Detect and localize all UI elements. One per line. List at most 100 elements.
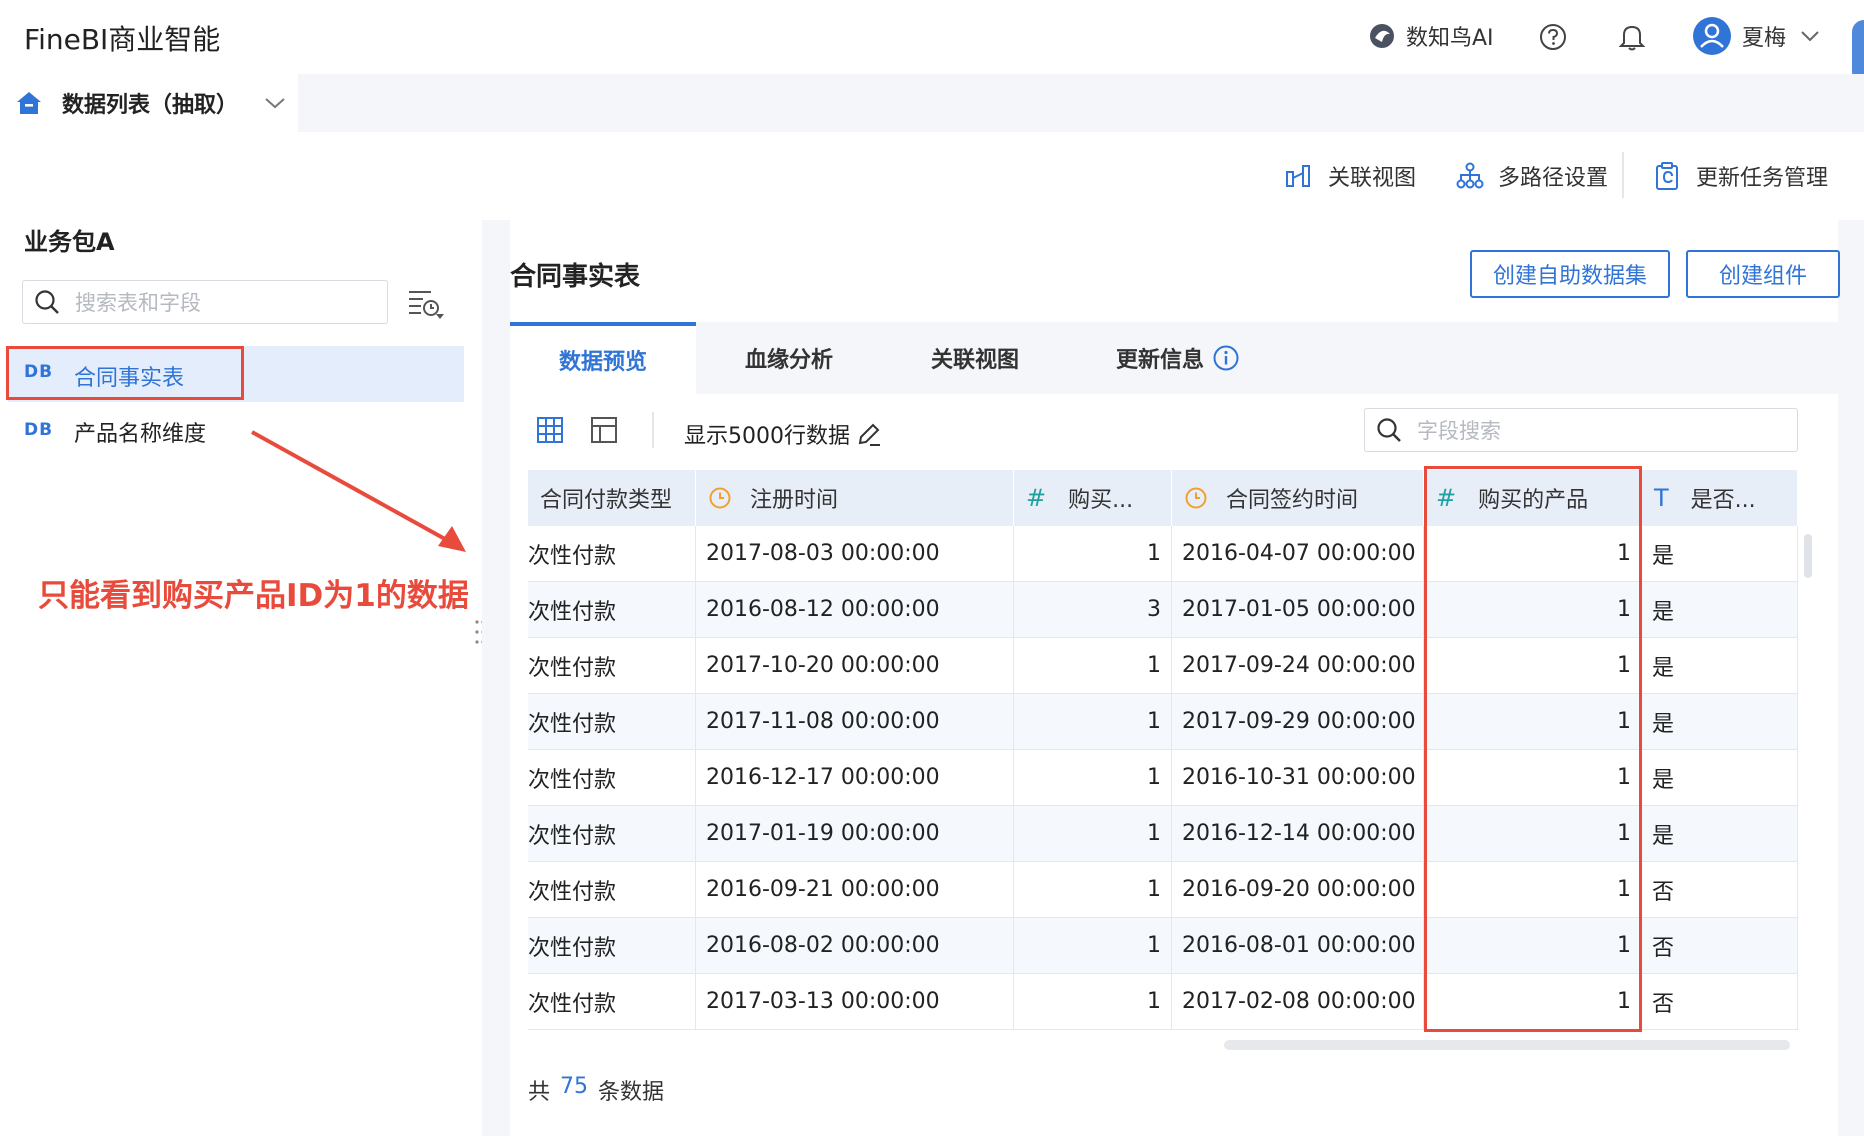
annotation-arrow	[251, 430, 466, 552]
number-type-icon: #	[1026, 484, 1047, 512]
table-cell: 是	[1642, 750, 1798, 806]
multipath-settings-button[interactable]: 多路径设置	[1456, 160, 1608, 192]
table-cell: 次性付款	[528, 526, 696, 582]
sidebar-item-label: 合同事实表	[74, 366, 185, 391]
clipboard-refresh-icon	[1656, 162, 1678, 190]
table-cell: 2017-02-08 00:00:00	[1172, 974, 1424, 1030]
table-cell: 2016-09-20 00:00:00	[1172, 862, 1424, 918]
table-cell: 1	[1014, 806, 1172, 862]
db-icon: DB	[24, 362, 54, 382]
column-label: 合同付款类型	[540, 488, 673, 513]
table-cell: 是	[1642, 582, 1798, 638]
table-cell: 2017-11-08 00:00:00	[696, 694, 1014, 750]
search-icon	[35, 290, 59, 314]
table-cell: 2016-08-12 00:00:00	[696, 582, 1014, 638]
user-name: 夏梅	[1742, 26, 1787, 51]
column-label: 购买...	[1068, 488, 1134, 513]
db-icon: DB	[24, 420, 54, 440]
table-cell: 次性付款	[528, 750, 696, 806]
horizontal-scrollbar[interactable]	[1224, 1040, 1790, 1050]
create-dataset-button[interactable]: 创建自助数据集	[1470, 250, 1670, 298]
clock-icon	[1185, 487, 1207, 509]
user-menu[interactable]: 夏梅	[1692, 16, 1820, 56]
toolbar-divider	[652, 412, 654, 448]
layout-icon	[591, 417, 617, 443]
data-list-tab[interactable]: 数据列表（抽取）	[0, 74, 298, 132]
row-count-setting[interactable]: 显示5000行数据	[684, 418, 882, 450]
column-header[interactable]: 注册时间	[696, 470, 1014, 526]
footer-count: 75	[560, 1074, 589, 1099]
footer-suffix: 条数据	[598, 1080, 665, 1105]
layout-view-button[interactable]	[590, 416, 618, 448]
table-cell: 1	[1014, 694, 1172, 750]
table-cell: 是	[1642, 694, 1798, 750]
table-cell: 2016-08-02 00:00:00	[696, 918, 1014, 974]
bell-icon	[1618, 25, 1646, 51]
table-cell: 2017-08-03 00:00:00	[696, 526, 1014, 582]
column-header[interactable]: 合同付款类型	[528, 470, 696, 526]
vertical-scrollbar[interactable]	[1804, 534, 1812, 578]
show-rows-label: 显示5000行数据	[684, 424, 850, 449]
table-cell: 次性付款	[528, 806, 696, 862]
tab-lineage[interactable]: 血缘分析	[696, 322, 882, 394]
tab-label: 更新信息	[1115, 348, 1204, 373]
multipath-label: 多路径设置	[1498, 166, 1609, 191]
table-cell: 1	[1014, 750, 1172, 806]
ai-assistant-button[interactable]: 数知鸟AI	[1366, 20, 1494, 52]
column-label: 注册时间	[750, 488, 839, 513]
annotation-text: 只能看到购买产品ID为1的数据	[38, 578, 469, 614]
relation-view-label: 关联视图	[1328, 166, 1417, 191]
notification-button[interactable]	[1618, 22, 1646, 56]
table-cell: 2017-01-05 00:00:00	[1172, 582, 1424, 638]
clock-icon	[709, 487, 731, 509]
tab-data-preview[interactable]: 数据预览	[510, 322, 696, 394]
table-cell: 1	[1014, 974, 1172, 1030]
table-cell: 1	[1014, 638, 1172, 694]
table-cell: 次性付款	[528, 694, 696, 750]
column-header[interactable]: T 是否...	[1642, 470, 1798, 526]
table-cell: 2016-12-14 00:00:00	[1172, 806, 1424, 862]
home-icon	[17, 92, 41, 114]
tab-relation-view[interactable]: 关联视图	[882, 322, 1068, 394]
tab-update-info[interactable]: 更新信息	[1068, 322, 1288, 394]
table-cell: 2016-09-21 00:00:00	[696, 862, 1014, 918]
avatar	[1693, 17, 1731, 55]
table-cell: 次性付款	[528, 862, 696, 918]
filter-settings-button[interactable]	[406, 286, 446, 326]
table-cell: 2017-09-24 00:00:00	[1172, 638, 1424, 694]
column-header[interactable]: 合同签约时间	[1172, 470, 1424, 526]
help-icon	[1540, 24, 1566, 50]
table-cell: 2017-01-19 00:00:00	[696, 806, 1014, 862]
hierarchy-icon	[1456, 162, 1484, 189]
table-cell: 否	[1642, 862, 1798, 918]
create-component-button[interactable]: 创建组件	[1686, 250, 1840, 298]
table-cell: 1	[1014, 526, 1172, 582]
help-button[interactable]	[1538, 22, 1568, 56]
text-type-icon: T	[1654, 484, 1669, 512]
toolbar-divider	[1622, 152, 1624, 198]
table-cell: 否	[1642, 918, 1798, 974]
bird-icon	[1370, 24, 1394, 48]
ai-label: 数知鸟AI	[1406, 26, 1494, 51]
list-filter-icon	[409, 291, 444, 319]
tab-label: 数据列表（抽取）	[62, 93, 239, 118]
relation-icon	[1286, 165, 1310, 187]
table-cell: 是	[1642, 806, 1798, 862]
package-title: 业务包A	[24, 228, 115, 256]
update-task-label: 更新任务管理	[1696, 166, 1829, 191]
table-cell: 1	[1014, 862, 1172, 918]
table-search-input[interactable]: 搜索表和字段	[22, 280, 388, 324]
grid-view-button[interactable]	[536, 416, 564, 448]
update-task-button[interactable]: 更新任务管理	[1654, 160, 1828, 192]
app-title: FineBI商业智能	[24, 23, 221, 56]
grid-icon	[537, 417, 563, 443]
table-cell: 是	[1642, 638, 1798, 694]
column-header[interactable]: # 购买...	[1014, 470, 1172, 526]
relation-view-button[interactable]: 关联视图	[1284, 160, 1416, 192]
info-icon	[1213, 345, 1239, 371]
table-cell: 2016-12-17 00:00:00	[696, 750, 1014, 806]
table-cell: 2016-08-01 00:00:00	[1172, 918, 1424, 974]
table-title: 合同事实表	[510, 262, 641, 292]
chevron-down-icon	[1801, 31, 1819, 42]
field-search-input[interactable]: 字段搜索	[1364, 408, 1798, 452]
